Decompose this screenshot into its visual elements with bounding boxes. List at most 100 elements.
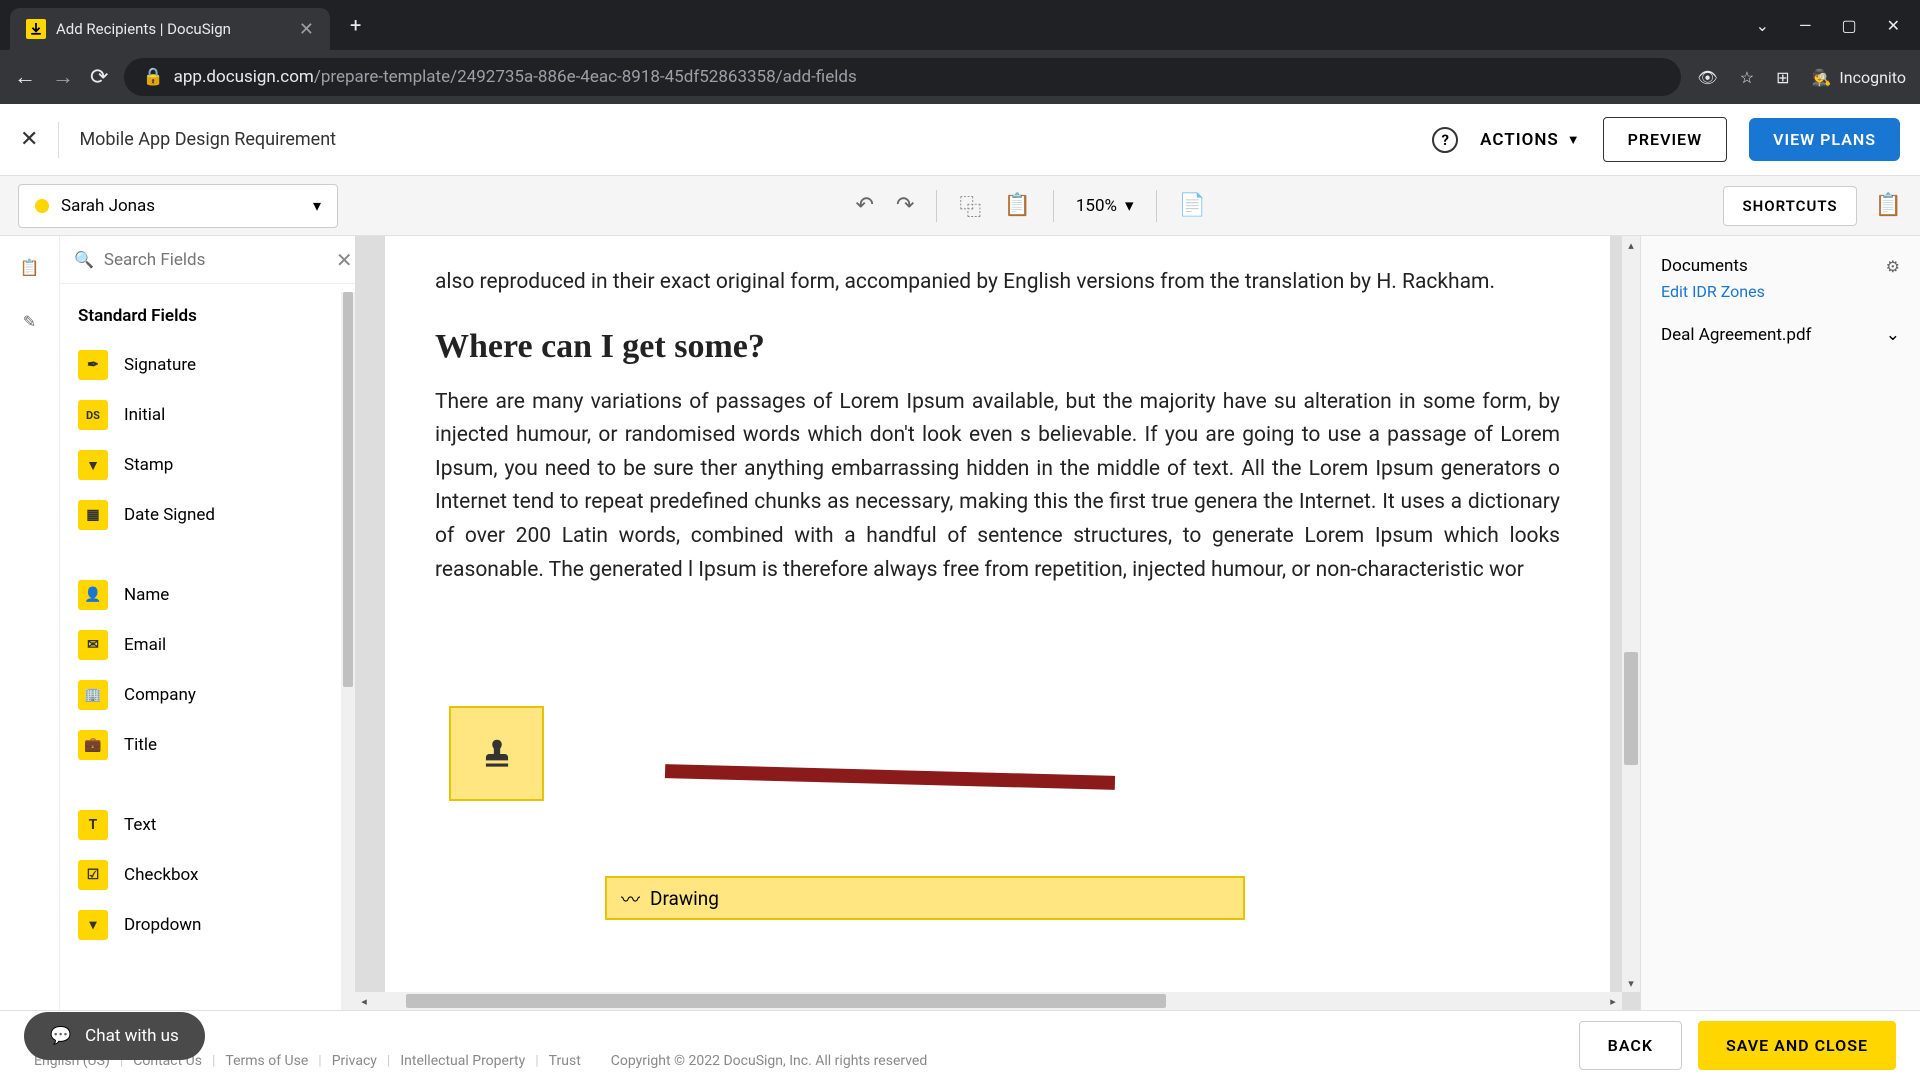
minimize-icon[interactable]: — (1799, 16, 1812, 35)
pen-tab-icon[interactable]: ✎ (17, 308, 43, 334)
field-label: Signature (124, 355, 196, 375)
scribble-icon: 〰 (621, 885, 640, 912)
gear-icon[interactable]: ⚙ (1886, 257, 1900, 276)
preview-button[interactable]: PREVIEW (1603, 117, 1728, 162)
doc-paragraph: also reproduced in their exact original … (435, 266, 1560, 300)
checkbox-icon: ☑ (78, 860, 108, 890)
person-icon: 👤 (78, 580, 108, 610)
footer-link[interactable]: Trust (549, 1053, 581, 1069)
field-text[interactable]: TText (60, 800, 341, 850)
field-label: Checkbox (124, 865, 198, 885)
chevron-down-icon: ▾ (1125, 196, 1134, 216)
horizontal-scrollbar[interactable]: ◂ ▸ (355, 992, 1622, 1010)
back-button[interactable]: BACK (1579, 1021, 1682, 1070)
email-icon: ✉ (78, 630, 108, 660)
actions-dropdown[interactable]: ACTIONS ▼ (1480, 130, 1580, 150)
field-checkbox[interactable]: ☑ Checkbox (60, 850, 341, 900)
save-close-button[interactable]: SAVE AND CLOSE (1698, 1021, 1896, 1070)
url-path: /prepare-template/2492735a-886e-4eac-891… (314, 67, 857, 87)
field-company[interactable]: 🏢Company (60, 670, 341, 720)
initial-icon: DS (78, 400, 108, 430)
left-rail: 📋 ✎ (0, 236, 60, 1010)
tab-title: Add Recipients | DocuSign (56, 20, 289, 38)
clipboard-icon[interactable]: 📋 (1875, 193, 1902, 218)
footer: 💬 Chat with us English (US)| Contact Us|… (0, 1010, 1920, 1080)
maximize-icon[interactable]: ▢ (1841, 16, 1856, 35)
page-icon[interactable]: 📄 (1179, 193, 1206, 218)
field-name[interactable]: 👤 Name (60, 570, 341, 620)
field-label: Name (124, 585, 169, 605)
field-label: Dropdown (124, 915, 201, 935)
field-label: Text (124, 815, 156, 835)
zoom-dropdown[interactable]: 150% ▾ (1076, 196, 1134, 216)
recipient-dropdown[interactable]: Sarah Jonas ▾ (18, 184, 338, 228)
stamp-field-placed[interactable] (449, 706, 544, 801)
field-dropdown[interactable]: ▾Dropdown (60, 900, 341, 950)
scroll-thumb[interactable] (406, 994, 1166, 1008)
recipient-color-dot (35, 199, 49, 213)
document-item[interactable]: Deal Agreement.pdf ⌄ (1661, 325, 1900, 345)
field-stamp[interactable]: ▼Stamp (60, 440, 341, 490)
shortcuts-button[interactable]: SHORTCUTS (1723, 186, 1856, 226)
extensions-icon[interactable]: ⊞ (1776, 68, 1789, 87)
field-title[interactable]: 💼Title (60, 720, 341, 770)
edit-idr-link[interactable]: Edit IDR Zones (1661, 282, 1900, 301)
document-page[interactable]: also reproduced in their exact original … (385, 236, 1610, 1010)
chat-icon: 💬 (50, 1026, 71, 1046)
scroll-left-icon[interactable]: ◂ (355, 992, 373, 1010)
search-icon: 🔍 (74, 250, 94, 269)
scroll-right-icon[interactable]: ▸ (1604, 992, 1622, 1010)
eye-off-icon[interactable]: 👁 (1697, 68, 1717, 87)
new-tab-button[interactable]: + (350, 13, 361, 37)
doc-filename: Deal Agreement.pdf (1661, 325, 1811, 345)
field-email[interactable]: ✉Email (60, 620, 341, 670)
incognito-icon: 🕵 (1811, 68, 1831, 87)
browser-tab[interactable]: Add Recipients | DocuSign ✕ (10, 8, 330, 50)
fields-tab-icon[interactable]: 📋 (17, 254, 43, 280)
scroll-up-icon[interactable]: ▴ (1622, 236, 1640, 254)
footer-link[interactable]: Intellectual Property (400, 1053, 525, 1069)
drawing-field-placed[interactable]: 〰 Drawing (605, 876, 1245, 920)
field-signature[interactable]: ✒Signature (60, 340, 341, 390)
field-initial[interactable]: DS Initial (60, 390, 341, 440)
forward-icon[interactable]: → (52, 64, 74, 90)
document-title: Mobile App Design Requirement (79, 129, 336, 150)
chat-button[interactable]: 💬 Chat with us (24, 1012, 205, 1060)
scroll-thumb[interactable] (1624, 652, 1638, 765)
scroll-down-icon[interactable]: ▾ (1622, 974, 1640, 992)
stamp-icon: ▼ (78, 450, 108, 480)
search-fields-box: 🔍 ✕ (60, 236, 355, 284)
document-canvas: also reproduced in their exact original … (355, 236, 1640, 1010)
vertical-scrollbar[interactable]: ▴ ▾ (1622, 236, 1640, 992)
footer-link[interactable]: Terms of Use (225, 1053, 308, 1069)
field-label: Company (124, 685, 196, 705)
close-window-icon[interactable]: ✕ (1887, 16, 1900, 35)
chat-label: Chat with us (85, 1026, 179, 1046)
separator (936, 190, 937, 222)
footer-link[interactable]: Privacy (332, 1053, 377, 1069)
field-label: Title (124, 735, 157, 755)
main-area: 📋 ✎ 🔍 ✕ Standard Fields ✒Signature DSIni… (0, 236, 1920, 1010)
reload-icon[interactable]: ⟳ (90, 65, 108, 90)
field-date-signed[interactable]: ▦Date Signed (60, 490, 341, 540)
chevron-down-icon[interactable]: ⌄ (1756, 16, 1769, 35)
help-icon[interactable]: ? (1432, 127, 1458, 153)
copy-icon[interactable]: ⿻ (959, 190, 981, 222)
url-input[interactable]: 🔒 app.docusign.com/prepare-template/2492… (124, 58, 1681, 96)
separator (1156, 190, 1157, 222)
sidebar-scrollbar[interactable] (341, 292, 355, 1010)
close-icon[interactable]: ✕ (20, 127, 38, 152)
incognito-badge[interactable]: 🕵 Incognito (1811, 68, 1906, 87)
search-input[interactable] (104, 250, 326, 270)
clear-search-icon[interactable]: ✕ (336, 248, 353, 272)
star-icon[interactable]: ☆ (1740, 68, 1754, 87)
tab-close-icon[interactable]: ✕ (299, 19, 314, 40)
undo-icon[interactable]: ↶ (856, 193, 874, 218)
drawn-stroke[interactable] (665, 764, 1115, 790)
paste-icon[interactable]: 📋 (1003, 193, 1030, 218)
view-plans-button[interactable]: VIEW PLANS (1749, 118, 1900, 161)
field-label: Initial (124, 405, 165, 425)
redo-icon[interactable]: ↷ (896, 193, 914, 218)
back-icon[interactable]: ← (14, 64, 36, 90)
doc-paragraph: There are many variations of passages of… (435, 386, 1560, 588)
